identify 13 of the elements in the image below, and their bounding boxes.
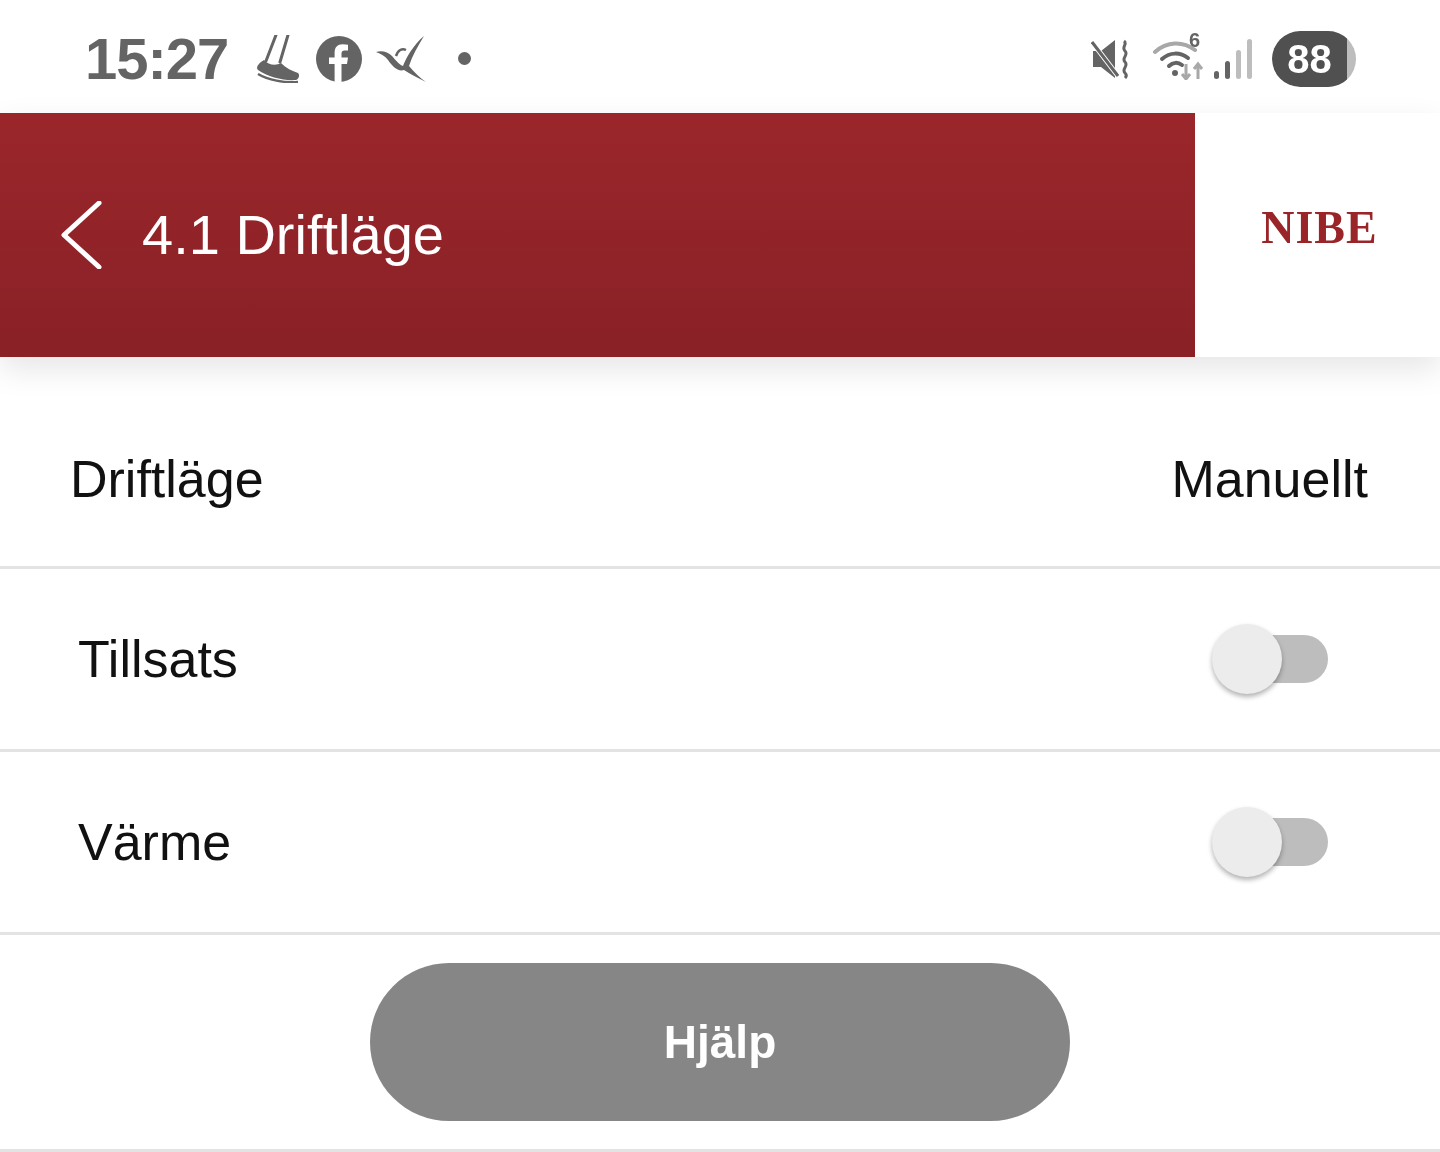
back-icon[interactable]: [60, 201, 102, 269]
notification-dot-icon: [458, 52, 472, 65]
help-button[interactable]: Hjälp: [370, 963, 1070, 1121]
sneaker-icon: [254, 34, 301, 83]
clock-time: 15:27: [85, 29, 229, 88]
round-f-logo-icon: [316, 35, 363, 82]
battery-indicator: 88: [1272, 30, 1356, 87]
setting-label: Tillsats: [77, 633, 238, 685]
wifi-label: 6: [1188, 29, 1200, 50]
signal-icon: [1214, 38, 1252, 79]
brand-logo: NIBE: [1261, 205, 1378, 251]
setting-label: Värme: [77, 816, 232, 868]
setting-value: Manuellt: [1171, 452, 1368, 505]
